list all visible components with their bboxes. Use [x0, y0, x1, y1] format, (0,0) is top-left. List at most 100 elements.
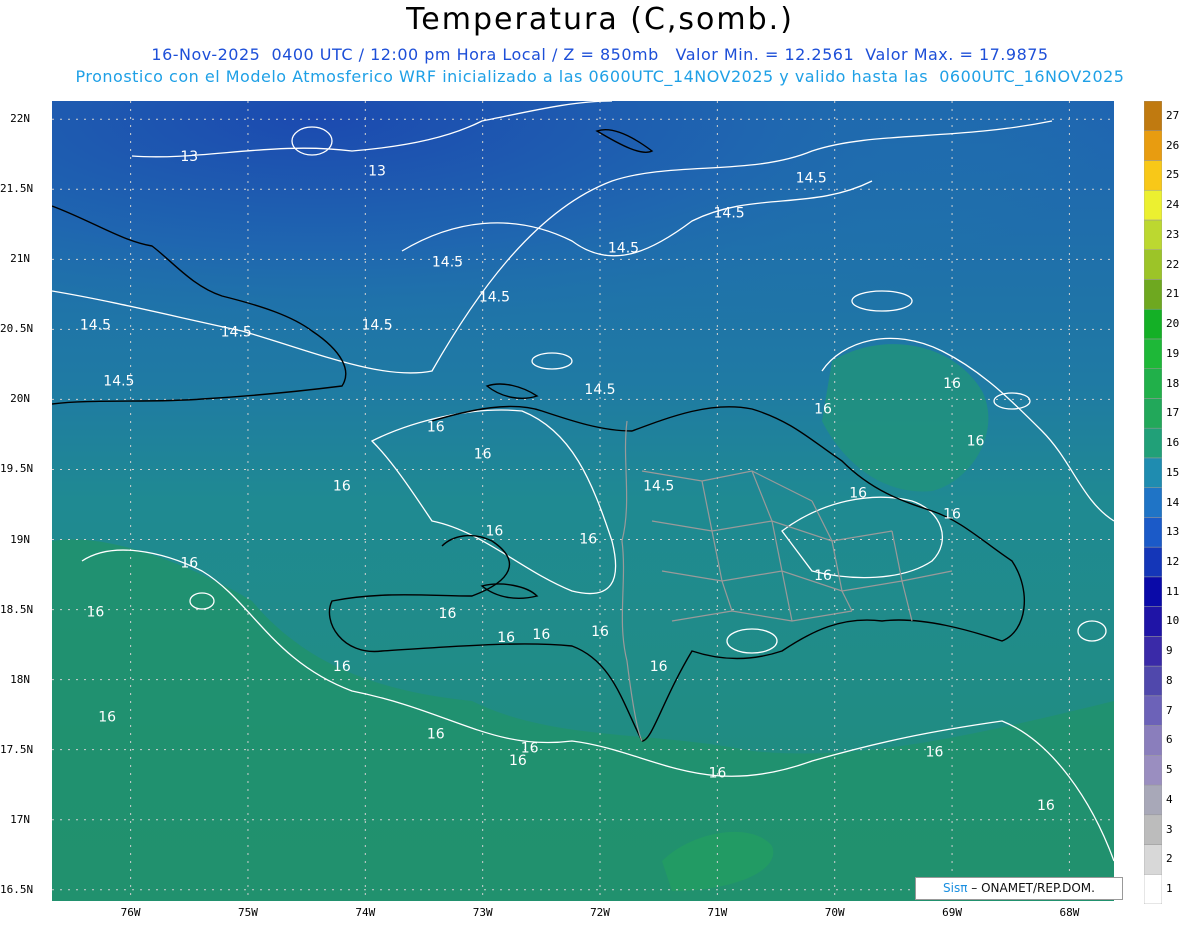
lat-label: 21N	[10, 252, 30, 266]
colorbar-swatch	[1144, 695, 1162, 726]
contour-label: 14.5	[221, 324, 252, 340]
lat-label: 18N	[10, 672, 30, 686]
colorbar-swatch	[1144, 814, 1162, 845]
contour-label: 14.5	[584, 382, 615, 398]
colorbar-label: 13	[1166, 525, 1180, 539]
colorbar-label: 14	[1166, 495, 1180, 509]
colorbar-swatch	[1144, 101, 1162, 131]
colorbar-swatch	[1144, 844, 1162, 875]
colorbar-label: 3	[1166, 822, 1173, 836]
colorbar-swatch	[1144, 130, 1162, 161]
contour-label: 16	[333, 478, 351, 494]
lon-label: 68W	[1059, 906, 1080, 919]
contour-label: 16	[943, 507, 961, 523]
contour-label: 16	[439, 606, 457, 622]
colorbar-label: 6	[1166, 733, 1173, 747]
credit-text: – ONAMET/REP.DOM.	[967, 881, 1095, 895]
contour-label: 14.5	[103, 373, 134, 389]
credit-box: Sisπ – ONAMET/REP.DOM.	[915, 877, 1123, 900]
valid-time-line: 16-Nov-2025 0400 UTC / 12:00 pm Hora Loc…	[151, 45, 1049, 64]
colorbar-label: 20	[1166, 317, 1180, 331]
contour-label: 16	[814, 568, 832, 584]
lat-label: 22N	[10, 112, 30, 126]
colorbar-label: 18	[1166, 376, 1180, 390]
contour-label: 13	[368, 163, 386, 179]
contour-label: 14.5	[714, 205, 745, 221]
contour-label: 16	[485, 523, 503, 539]
colorbar-swatch	[1144, 160, 1162, 191]
map-title: Temperatura (C,somb.)	[406, 2, 794, 37]
lat-label: 20.5N	[0, 322, 34, 336]
contour-label: 16	[814, 401, 832, 417]
contour-label: 14.5	[479, 289, 510, 305]
contour-label: 14.5	[80, 317, 111, 333]
colorbar-label: 19	[1166, 346, 1180, 360]
lon-label: 73W	[472, 906, 493, 919]
temperature-map: 13 13 14.5 14.5 14.5 14.5 14.5 14.5 14.5 14.5 14.5…	[52, 101, 1114, 901]
lat-label: 21.5N	[0, 182, 34, 196]
contour-label: 14.5	[361, 317, 392, 333]
lon-label: 72W	[590, 906, 610, 919]
contour-label: 16	[579, 532, 597, 548]
colorbar-label: 4	[1166, 792, 1173, 806]
colorbar-label: 27	[1166, 108, 1180, 122]
contour-label: 16	[1037, 798, 1055, 814]
contour-label: 16	[509, 753, 527, 769]
contour-label: 16	[591, 624, 609, 640]
colorbar-swatch	[1144, 487, 1162, 518]
colorbar-swatch	[1144, 576, 1162, 607]
colorbar-label: 23	[1166, 227, 1180, 241]
colorbar-swatch	[1144, 338, 1162, 369]
colorbar-label: 24	[1166, 198, 1180, 212]
colorbar-label: 2	[1166, 852, 1173, 866]
colorbar-swatch	[1144, 308, 1162, 340]
colorbar-swatch	[1144, 874, 1162, 904]
contour-label: 16	[943, 376, 961, 392]
colorbar-swatch	[1144, 189, 1162, 221]
colorbar-label: 8	[1166, 673, 1173, 687]
colorbar-swatch	[1144, 249, 1162, 280]
colorbar-swatch	[1144, 546, 1162, 578]
lat-label: 18.5N	[0, 602, 34, 616]
contour-label: 16	[926, 745, 944, 761]
contour-label: 16	[497, 630, 515, 646]
colorbar-swatch	[1144, 368, 1162, 399]
contour-label: 14.5	[608, 240, 639, 256]
lon-label: 69W	[942, 906, 962, 919]
colorbar-swatch	[1144, 427, 1162, 459]
colorbar-swatch	[1144, 219, 1162, 250]
colorbar-label: 5	[1166, 763, 1173, 777]
contour-label: 16	[967, 434, 985, 450]
lon-label: 74W	[355, 906, 376, 919]
contour-label: 16	[87, 605, 105, 621]
contour-label: 16	[650, 659, 668, 675]
colorbar-swatch	[1144, 398, 1162, 429]
contour-label: 16	[708, 766, 726, 782]
sispi-logo-text: Sisπ	[943, 881, 968, 895]
colorbar-label: 17	[1166, 406, 1180, 420]
colorbar-label: 15	[1166, 465, 1180, 479]
colorbar-label: 1	[1166, 882, 1173, 896]
colorbar-label: 7	[1166, 703, 1173, 717]
contour-label: 14.5	[643, 478, 674, 494]
contour-label: 16	[474, 446, 492, 462]
contour-label: 16	[98, 710, 116, 726]
colorbar-label: 10	[1166, 614, 1180, 628]
colorbar-swatch	[1144, 665, 1162, 697]
lat-label: 17.5N	[0, 742, 34, 756]
contour-label: 14.5	[796, 170, 827, 186]
lon-label: 76W	[120, 906, 141, 919]
colorbar-swatch	[1144, 755, 1162, 786]
model-init-line: Pronostico con el Modelo Atmosferico WRF…	[75, 67, 1125, 86]
lat-label: 20N	[10, 392, 30, 406]
lat-label: 19.5N	[0, 462, 34, 476]
colorbar-swatch	[1144, 517, 1162, 548]
contour-label: 16	[427, 420, 445, 436]
contour-label: 16	[532, 627, 550, 643]
lon-label: 71W	[707, 906, 728, 919]
colorbar-swatch	[1144, 606, 1162, 637]
colorbar-label: 25	[1166, 168, 1180, 182]
contour-label: 14.5	[432, 254, 463, 270]
colorbar-label: 12	[1166, 554, 1180, 568]
lat-label: 17N	[10, 812, 30, 826]
